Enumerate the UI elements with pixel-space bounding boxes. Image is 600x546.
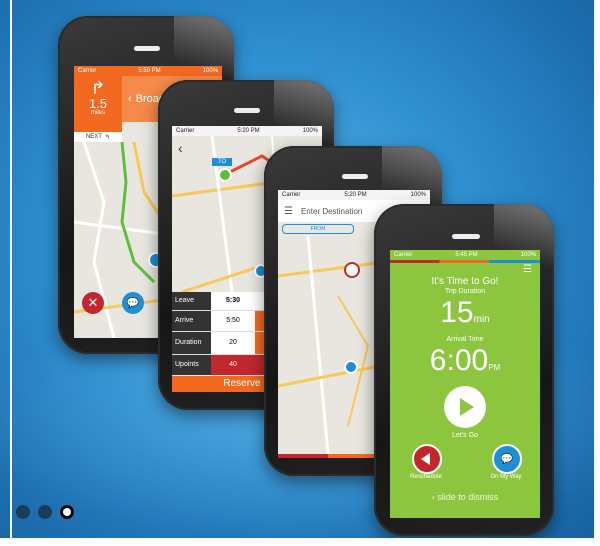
turn-right-icon: ↱: [90, 78, 106, 98]
carousel-dot-active[interactable]: [60, 505, 74, 519]
row-label: Upoints: [172, 355, 211, 375]
menu-icon[interactable]: ☰: [284, 206, 293, 217]
row-label: Leave: [172, 292, 211, 310]
status-bar: Carrier 5:45 PM 100%: [390, 250, 540, 260]
on-my-way-label: On My Way: [490, 474, 522, 480]
phone-speaker: [134, 46, 160, 51]
carousel-dot[interactable]: [38, 505, 52, 519]
row-label: Duration: [172, 332, 211, 354]
status-bar: Carrier 5:20 PM 100%: [278, 190, 430, 200]
background-stage: Carrier 5:50 PM 100% ↱ 1.5 miles ‹ Broad…: [0, 0, 600, 546]
turn-distance-unit: miles: [90, 110, 105, 116]
arrival-time-label: Arrival Time: [446, 336, 484, 343]
row-label: Arrive: [172, 311, 211, 331]
status-time: 5:20 PM: [344, 192, 367, 198]
chat-bubble-icon: 💬: [500, 453, 514, 465]
arrival-time-value: 6:00PM: [429, 344, 501, 377]
carousel-dot[interactable]: [16, 505, 30, 519]
status-carrier: Carrier: [176, 128, 195, 134]
status-carrier: Carrier: [78, 68, 97, 74]
status-battery: 100%: [520, 252, 536, 258]
left-border: [10, 0, 12, 546]
phone-4-screen: Carrier 5:45 PM 100% ☰ It's Time to Go! …: [390, 250, 540, 518]
status-battery: 100%: [202, 68, 218, 74]
status-time: 5:45 PM: [455, 252, 478, 258]
trip-duration-label: Trip Duration: [444, 288, 486, 295]
turn-panel: ↱ 1.5 miles: [74, 76, 122, 132]
next-label: NEXT: [85, 134, 102, 140]
right-border: [594, 0, 600, 546]
destination-pin-icon: [218, 168, 232, 182]
carousel-dots: [16, 505, 74, 519]
back-chevron-icon[interactable]: ‹: [178, 140, 183, 156]
row-value[interactable]: 20: [211, 332, 255, 354]
row-value[interactable]: 40: [211, 355, 255, 375]
on-my-way-button[interactable]: 💬: [492, 444, 522, 474]
play-button[interactable]: [444, 386, 486, 428]
row-value[interactable]: 5:30: [211, 292, 255, 310]
reschedule-label: Reschedule: [410, 474, 442, 480]
cancel-button[interactable]: ✕: [82, 292, 104, 314]
slide-to-dismiss[interactable]: › slide to dismiss: [390, 492, 540, 502]
back-chevron-icon[interactable]: ‹: [128, 93, 132, 105]
location-marker-icon: [344, 360, 358, 374]
status-bar: Carrier 5:50 PM 100%: [74, 66, 222, 76]
chevron-right-icon: ›: [431, 492, 435, 502]
chat-button[interactable]: 💬: [122, 292, 144, 314]
play-label: Let's Go: [452, 432, 478, 439]
row-value[interactable]: 5:50: [211, 311, 255, 331]
color-strip: [390, 260, 540, 263]
status-time: 5:20 PM: [237, 128, 260, 134]
status-bar: Carrier 5:20 PM 100%: [172, 126, 322, 136]
status-carrier: Carrier: [282, 192, 301, 198]
reschedule-button[interactable]: [412, 444, 442, 474]
to-badge: TO: [212, 158, 233, 166]
status-battery: 100%: [302, 128, 318, 134]
back-arrow-icon: [421, 453, 430, 465]
status-battery: 100%: [410, 192, 426, 198]
status-time: 5:50 PM: [138, 68, 161, 74]
menu-icon[interactable]: ☰: [523, 264, 532, 275]
home-pin-icon: [344, 262, 360, 278]
next-turn-icon: ↰: [104, 134, 111, 141]
phone-speaker: [342, 174, 368, 179]
phone-speaker: [452, 234, 480, 239]
status-carrier: Carrier: [394, 252, 413, 258]
phone-4: Carrier 5:45 PM 100% ☰ It's Time to Go! …: [374, 204, 554, 536]
phone-speaker: [234, 108, 260, 113]
headline: It's Time to Go!: [431, 276, 499, 287]
turn-distance: 1.5: [88, 96, 108, 111]
next-turn-bar: NEXT ↰: [74, 132, 122, 142]
trip-duration-value: 15min: [440, 296, 490, 329]
bottom-border: [0, 538, 600, 546]
search-input[interactable]: Enter Destination: [301, 207, 362, 216]
play-icon: [460, 398, 474, 416]
from-tab[interactable]: FROM: [282, 224, 354, 234]
